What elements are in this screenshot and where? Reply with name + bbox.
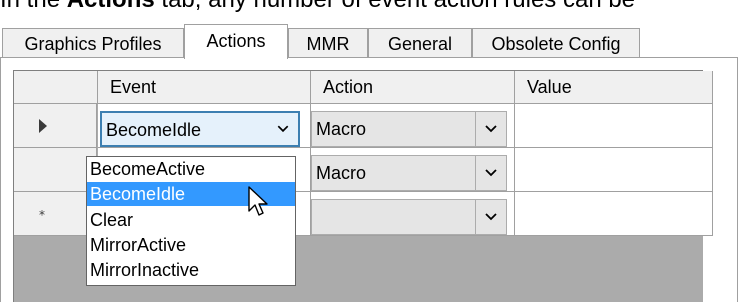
caption-bold: Actions [67,0,155,13]
chevron-down-icon [475,156,506,190]
tab-mmr[interactable]: MMR [288,28,368,58]
tab-general[interactable]: General [368,28,472,58]
dropdown-option-becomeactive[interactable]: BecomeActive [87,157,295,181]
cell-value-2[interactable] [515,148,713,192]
row-header-3[interactable]: * [14,192,97,236]
svg-text:*: * [39,209,45,219]
tab-label: Actions [206,31,266,51]
column-header-label: Event [110,77,157,97]
new-row-icon: * [39,209,45,219]
tab-strip: Graphics Profiles Actions MMR General Ob… [0,24,750,59]
tab-label: Obsolete Config [491,34,621,54]
cell-value-1[interactable] [515,104,713,148]
event-combobox-value: BecomeIdle [106,120,202,140]
instruction-caption: In the Actions tab, any number of event … [0,0,635,14]
mouse-pointer-icon [248,186,268,216]
caption-prefix: In the [0,0,67,13]
action-combobox-value: Macro [316,163,367,183]
tab-actions[interactable]: Actions [184,24,288,59]
tab-label: General [387,34,453,54]
action-combobox-value: Macro [316,119,367,139]
row-pointer-icon [39,119,47,133]
chevron-down-icon [277,125,289,133]
chevron-down-icon [475,200,506,234]
chevron-down-icon [475,112,506,146]
column-header-label: Action [323,77,374,97]
column-header-label: Value [527,77,572,97]
corner-header-cell [14,71,98,104]
tab-label: MMR [306,34,350,54]
row-header-1[interactable] [14,104,97,148]
column-header-event[interactable]: Event [98,71,311,104]
tab-graphics-profiles[interactable]: Graphics Profiles [2,28,184,58]
action-combobox-row-2[interactable]: Macro [311,155,507,191]
event-combobox-row-1[interactable]: BecomeIdle [100,111,300,147]
action-combobox-row-1[interactable]: Macro [311,111,507,147]
event-dropdown-list[interactable]: BecomeActive BecomeIdle Clear MirrorActi… [86,156,296,286]
dropdown-option-mirroractive[interactable]: MirrorActive [87,233,295,257]
action-combobox-row-3[interactable] [311,199,507,235]
column-header-action[interactable]: Action [311,71,515,104]
column-header-value[interactable]: Value [515,71,713,104]
dropdown-option-mirrorinactive[interactable]: MirrorInactive [87,258,295,282]
row-header-2[interactable] [14,148,97,192]
tab-obsolete-config[interactable]: Obsolete Config [472,28,640,58]
tab-label: Graphics Profiles [24,34,162,54]
cell-value-3[interactable] [515,192,713,236]
caption-suffix: tab, any number of event action rules ca… [155,0,635,13]
